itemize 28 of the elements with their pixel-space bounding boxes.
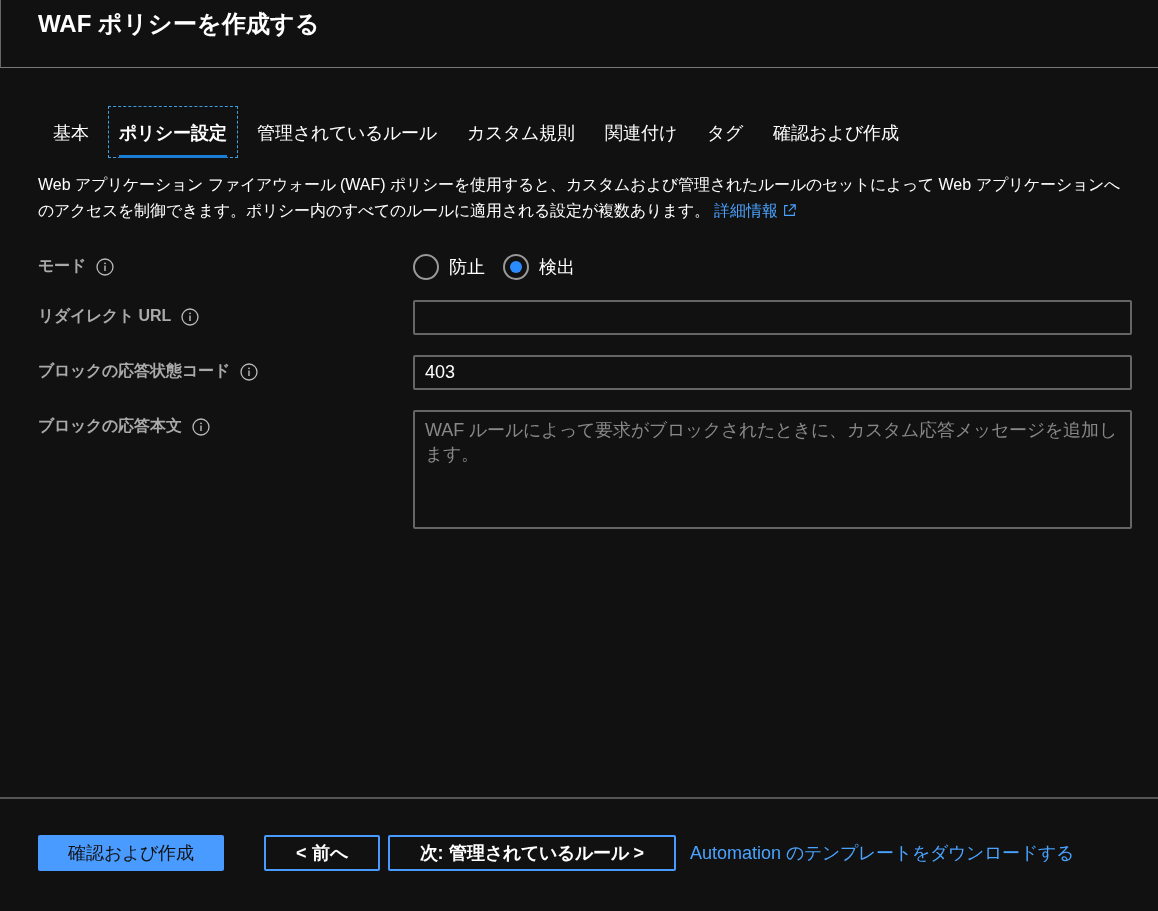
text-input-field[interactable]: 403 [413, 355, 1132, 390]
tab[interactable]: 関連付け [594, 106, 688, 158]
field-label: リダイレクト URL [38, 306, 172, 326]
message-text-area[interactable]: WAF ルールによって要求がブロックされたときに、カスタム応答メッセージを追加します。 [413, 410, 1132, 529]
navigation-button[interactable]: 次: 管理されているルール > [387, 835, 677, 871]
field-label: ブロックの応答本文 [38, 416, 182, 436]
info-icon [240, 362, 258, 381]
tab[interactable]: ポリシー設定 [108, 106, 238, 158]
tab[interactable]: 確認および作成 [762, 106, 910, 158]
description-text: Web アプリケーション ファイアウォール (WAF) ポリシーを使用すると、カスタムおよび管理されたルールのセットによって Web アプリケーションへのアクセスを制御できます。ポリシー内のすべてのルールに適用される設定が複数あります。 詳細情報 [38, 175, 1121, 221]
radio-option[interactable]: 防止 [413, 254, 485, 280]
radio-option[interactable]: 検出 [503, 254, 575, 280]
info-icon [96, 257, 114, 276]
text-input-field[interactable] [413, 300, 1132, 335]
tab[interactable]: 管理されているルール [246, 106, 448, 158]
learn-more-link[interactable]: 詳細情報 [714, 202, 797, 219]
field-label: ブロックの応答状態コード [38, 361, 230, 381]
tab[interactable]: タグ [696, 106, 754, 158]
review-create-button[interactable]: 確認および作成 [38, 835, 224, 871]
external-link-icon [783, 204, 797, 217]
navigation-button[interactable]: < 前へ [264, 835, 380, 871]
info-icon [181, 307, 200, 326]
tab[interactable]: 基本 [42, 106, 100, 158]
info-icon [192, 417, 210, 436]
window-title: WAF ポリシーを作成する [38, 9, 320, 39]
field-label: モード [38, 256, 86, 276]
tab[interactable]: カスタム規則 [456, 106, 586, 158]
download-template-link[interactable]: Automation のテンプレートをダウンロードする [690, 841, 1075, 865]
